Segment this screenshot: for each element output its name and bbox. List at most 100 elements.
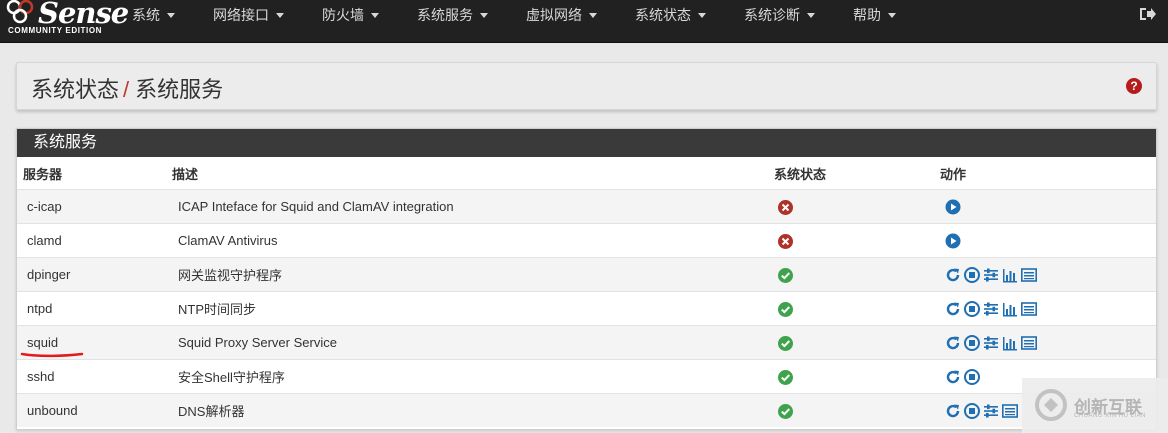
status-cell (774, 393, 940, 427)
settings-icon[interactable] (983, 301, 999, 317)
stop-icon[interactable] (964, 300, 980, 317)
settings-icon[interactable] (983, 403, 999, 419)
service-description: ClamAV Antivirus (167, 223, 774, 258)
actions-cell (940, 291, 1156, 326)
restart-icon[interactable] (945, 335, 961, 351)
logs-icon[interactable] (1021, 301, 1037, 317)
table-header: 服务器 描述 系统状态 动作 (17, 157, 1156, 190)
action-group (940, 334, 1156, 351)
settings-icon[interactable] (983, 335, 999, 351)
menu-label: 虚拟网络 (526, 7, 582, 23)
menu-label: 防火墙 (322, 7, 364, 23)
status-cell (774, 359, 940, 394)
status-running-icon (778, 335, 793, 351)
status-running-icon (778, 301, 793, 317)
chevron-down-icon (888, 12, 896, 18)
status-stopped-icon (778, 199, 793, 215)
menu-firewall[interactable]: 防火墙 (322, 0, 379, 30)
annotation-underline (20, 352, 84, 358)
pfsense-logo[interactable]: Sense COMMUNITY EDITION (6, 0, 129, 40)
stop-icon[interactable] (964, 334, 980, 351)
menu-label: 系统状态 (635, 7, 691, 23)
chevron-down-icon (167, 12, 175, 18)
service-description: ICAP Inteface for Squid and ClamAV integ… (167, 189, 774, 224)
menu-interfaces[interactable]: 网络接口 (213, 0, 284, 30)
service-name: dpinger (17, 257, 167, 292)
status-cell (774, 325, 940, 360)
logo-edition: COMMUNITY EDITION (8, 26, 103, 35)
settings-icon[interactable] (983, 267, 999, 283)
status-cell (774, 189, 940, 224)
table-body: c-icap ICAP Inteface for Squid and ClamAV… (17, 189, 1156, 427)
restart-icon[interactable] (945, 403, 961, 419)
chevron-down-icon (276, 12, 284, 18)
column-header: 动作 (940, 166, 967, 182)
graph-icon[interactable] (1002, 301, 1018, 317)
breadcrumb-panel: 系统状态 / 系统服务 ? (16, 62, 1157, 110)
stop-icon[interactable] (964, 266, 980, 283)
menu-system[interactable]: 系统 (132, 0, 175, 30)
status-cell (774, 223, 940, 258)
actions-cell (940, 257, 1156, 292)
graph-icon[interactable] (1002, 267, 1018, 283)
logs-icon[interactable] (1021, 267, 1037, 283)
service-description: 安全Shell守护程序 (167, 359, 774, 394)
chevron-down-icon (480, 12, 488, 18)
watermark-logo-icon (1035, 389, 1067, 421)
breadcrumb: 系统状态 / 系统服务 (31, 72, 223, 104)
menu-services[interactable]: 系统服务 (417, 0, 488, 30)
main-menu: 系统 网络接口 防火墙 系统服务 虚拟网络 系统状态 系统诊断 帮助 (132, 0, 934, 42)
help-icon[interactable]: ? (1126, 78, 1142, 94)
actions-cell (940, 325, 1156, 360)
top-navbar: Sense COMMUNITY EDITION 系统 网络接口 防火墙 系统服务… (0, 0, 1168, 43)
watermark-subtext: CHUANG XIN HU LIAN (1074, 413, 1147, 419)
menu-vpn[interactable]: 虚拟网络 (526, 0, 597, 30)
column-header: 描述 (172, 166, 199, 182)
table-row: unbound DNS解析器 (17, 393, 1156, 427)
menu-label: 系统诊断 (744, 7, 800, 23)
chevron-down-icon (371, 12, 379, 18)
stop-icon[interactable] (964, 402, 980, 419)
logs-icon[interactable] (1002, 403, 1018, 419)
chevron-down-icon (698, 12, 706, 18)
action-group (940, 199, 1156, 215)
service-name: ntpd (17, 291, 167, 326)
table-row: clamd ClamAV Antivirus (17, 223, 1156, 258)
start-icon[interactable] (945, 233, 961, 249)
column-header: 服务器 (23, 166, 63, 182)
status-running-icon (778, 267, 793, 283)
service-name: sshd (17, 359, 167, 394)
service-description: 网关监视守护程序 (167, 257, 774, 292)
service-name: clamd (17, 223, 167, 258)
restart-icon[interactable] (945, 369, 961, 385)
start-icon[interactable] (945, 199, 961, 215)
menu-label: 系统 (132, 7, 160, 23)
menu-diagnostics[interactable]: 系统诊断 (744, 0, 815, 30)
graph-icon[interactable] (1002, 335, 1018, 351)
logo-mark-icon (6, 0, 34, 24)
action-group (940, 300, 1156, 317)
logs-icon[interactable] (1021, 335, 1037, 351)
logout-icon[interactable] (1138, 6, 1156, 22)
status-cell (774, 291, 940, 326)
menu-status[interactable]: 系统状态 (635, 0, 706, 30)
table-row: squid Squid Proxy Server Service (17, 325, 1156, 360)
table-row: sshd 安全Shell守护程序 (17, 359, 1156, 394)
table-row: dpinger 网关监视守护程序 (17, 257, 1156, 292)
action-group (940, 233, 1156, 249)
menu-help[interactable]: 帮助 (853, 0, 896, 30)
restart-icon[interactable] (945, 301, 961, 317)
restart-icon[interactable] (945, 267, 961, 283)
actions-cell (940, 223, 1156, 258)
breadcrumb-separator: / (123, 77, 130, 102)
chevron-down-icon (807, 12, 815, 18)
services-panel: 系统服务 服务器 描述 系统状态 动作 c-icap ICAP Inteface … (16, 128, 1157, 430)
status-cell (774, 257, 940, 292)
service-name: unbound (17, 393, 167, 427)
menu-label: 系统服务 (417, 7, 473, 23)
panel-title: 系统服务 (17, 129, 1156, 157)
breadcrumb-parent-link[interactable]: 系统状态 (31, 77, 119, 102)
service-description: NTP时间同步 (167, 291, 774, 326)
services-table: 服务器 描述 系统状态 动作 c-icap ICAP Inteface for S… (17, 157, 1156, 427)
stop-icon[interactable] (964, 368, 980, 385)
